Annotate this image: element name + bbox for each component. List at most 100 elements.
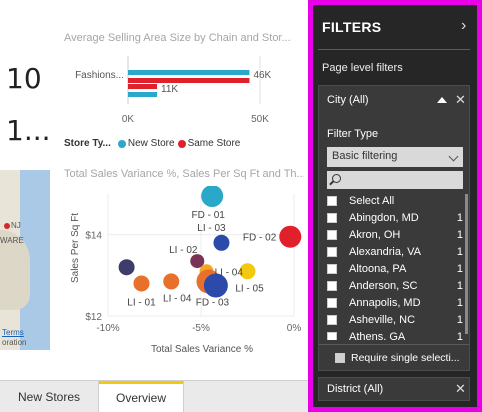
scatter-x-axis-label: Total Sales Variance % <box>151 344 253 355</box>
city-list-item[interactable]: Abingdon, MD 1 <box>327 209 463 226</box>
bar-new-store[interactable] <box>128 78 250 83</box>
city-checkbox[interactable] <box>327 315 337 326</box>
filter-type-label: Filter Type <box>327 128 379 140</box>
chevron-down-icon <box>448 151 459 162</box>
city-name: Annapolis, MD <box>349 297 421 310</box>
scatter-points: FD - 01 FD - 02 LI - 03 LI - 02 LI - 04 LI - … <box>118 186 302 308</box>
bar-chart-legend: Store Ty... New Store Same Store <box>64 138 240 149</box>
list-scrollbar[interactable] <box>465 194 468 334</box>
city-list-item[interactable]: Anderson, SC 1 <box>327 277 463 294</box>
bar-category-label: Fashions... <box>75 70 124 81</box>
scatter-point-label: LI - 01 <box>127 297 156 308</box>
scatter-x-tick: -5% <box>192 323 210 334</box>
city-list-item[interactable]: Asheville, NC 1 <box>327 312 463 329</box>
bar-chart-title: Average Selling Area Size by Chain and S… <box>64 32 291 44</box>
scatter-bubble[interactable] <box>163 273 180 290</box>
map-label-ware: WARE <box>0 236 24 245</box>
district-filter-header[interactable]: District (All) <box>327 383 383 395</box>
scatter-point-label: FD - 01 <box>191 210 225 221</box>
legend-title: Store Ty... <box>64 138 111 149</box>
scatter-bubble[interactable] <box>133 275 150 292</box>
city-count: 1 <box>456 245 463 258</box>
scatter-bubble[interactable] <box>213 234 230 251</box>
bar-x-tick-1: 50K <box>251 114 269 125</box>
filters-title: FILTERS <box>322 19 382 35</box>
require-single-selection-option[interactable]: Require single selecti... <box>335 352 460 364</box>
collapse-pane-chevron-icon[interactable]: › <box>461 17 466 35</box>
page-tab-bar: New Stores Overview <box>0 380 308 412</box>
city-checkbox[interactable] <box>327 281 337 292</box>
select-all-label: Select All <box>349 194 395 207</box>
filter-type-value: Basic filtering <box>332 150 398 162</box>
legend-same-store-swatch <box>177 139 186 148</box>
city-checkbox[interactable] <box>327 246 337 257</box>
city-checkbox[interactable] <box>327 212 337 223</box>
clear-filter-close-icon[interactable]: ✕ <box>455 381 466 397</box>
city-checkbox[interactable] <box>327 263 337 274</box>
city-filter-header[interactable]: City (All) <box>327 94 369 106</box>
scatter-point-label: LI - 03 <box>197 223 226 234</box>
bar-x-tick-0: 0K <box>122 114 135 125</box>
city-count: 1 <box>456 262 463 275</box>
scatter-chart-title: Total Sales Variance %, Sales Per Sq Ft … <box>64 168 304 180</box>
bar-same-store[interactable] <box>128 92 158 97</box>
card-divider <box>319 344 469 345</box>
city-checkbox[interactable] <box>327 332 337 340</box>
city-checkbox[interactable] <box>327 229 337 240</box>
select-all-item[interactable]: Select All <box>327 192 463 209</box>
scatter-x-tick: 0% <box>287 323 302 334</box>
city-name: Alexandria, VA <box>349 245 421 258</box>
filters-pane: FILTERS › Page level filters City (All) … <box>313 5 477 407</box>
tab-new-stores[interactable]: New Stores <box>0 381 98 412</box>
legend-new-store-swatch <box>117 139 126 148</box>
scatter-bubble[interactable] <box>118 259 135 276</box>
filters-pane-highlight: FILTERS › Page level filters City (All) … <box>308 0 482 412</box>
city-count: 1 <box>456 297 463 310</box>
bar-chart[interactable]: Fashions... 46K 11K 0K 50K <box>64 56 304 130</box>
city-list-item[interactable]: Annapolis, MD 1 <box>327 295 463 312</box>
scatter-bubble[interactable] <box>201 186 224 208</box>
clear-filter-close-icon[interactable]: ✕ <box>455 92 466 108</box>
map-pin[interactable] <box>4 223 10 229</box>
bar-series-group: 46K 11K <box>128 70 272 97</box>
city-list-item[interactable]: Athens, GA 1 <box>327 329 463 340</box>
search-icon <box>332 174 341 183</box>
scatter-bubble[interactable] <box>279 225 302 248</box>
city-name: Abingdon, MD <box>349 211 419 224</box>
scatter-point-label: LI - 05 <box>235 283 264 294</box>
legend-new-store[interactable]: New Store <box>128 138 175 149</box>
city-list-item[interactable]: Alexandria, VA 1 <box>327 243 463 260</box>
scatter-point-label: FD - 03 <box>196 297 230 308</box>
city-filter-card: City (All) ✕ Filter Type Basic filtering… <box>318 85 470 371</box>
scatter-chart[interactable]: Sales Per Sq Ft Total Sales Variance % $… <box>64 186 308 356</box>
tab-overview[interactable]: Overview <box>99 381 183 412</box>
bar-same-store[interactable] <box>128 84 158 89</box>
city-checkbox[interactable] <box>327 298 337 309</box>
collapse-card-caret-icon[interactable] <box>437 97 447 103</box>
filter-search-input[interactable] <box>327 171 463 189</box>
select-all-checkbox[interactable] <box>327 195 337 206</box>
bar-data-label: 46K <box>253 70 271 81</box>
city-list-item[interactable]: Akron, OH 1 <box>327 226 463 243</box>
city-name: Akron, OH <box>349 228 401 241</box>
scatter-point-label: LI - 02 <box>169 245 198 256</box>
scatter-point-label: FD - 02 <box>243 233 277 244</box>
city-list-item[interactable]: Altoona, PA 1 <box>327 260 463 277</box>
scatter-y-tick: $12 <box>85 312 102 323</box>
require-single-label: Require single selecti... <box>351 352 460 364</box>
map-attribution: oration <box>2 338 27 347</box>
city-name: Athens, GA <box>349 331 406 340</box>
bar-new-store[interactable] <box>128 70 250 75</box>
scatter-point-label: LI - 04 <box>215 267 244 278</box>
legend-same-store[interactable]: Same Store <box>188 138 241 149</box>
city-count: 1 <box>456 331 463 340</box>
scatter-point-label: LI - 04 <box>163 293 192 304</box>
district-filter-card: District (All) ✕ <box>318 377 470 401</box>
scatter-y-axis-label: Sales Per Sq Ft <box>70 213 81 283</box>
report-canvas: 10 1... Average Selling Area Size by Cha… <box>0 0 308 380</box>
map-visual[interactable]: NJ WARE Terms oration <box>0 170 50 350</box>
map-terms-link[interactable]: Terms <box>2 328 24 337</box>
require-single-checkbox[interactable] <box>335 353 345 363</box>
city-name: Anderson, SC <box>349 280 418 293</box>
filter-type-dropdown[interactable]: Basic filtering <box>327 147 463 167</box>
